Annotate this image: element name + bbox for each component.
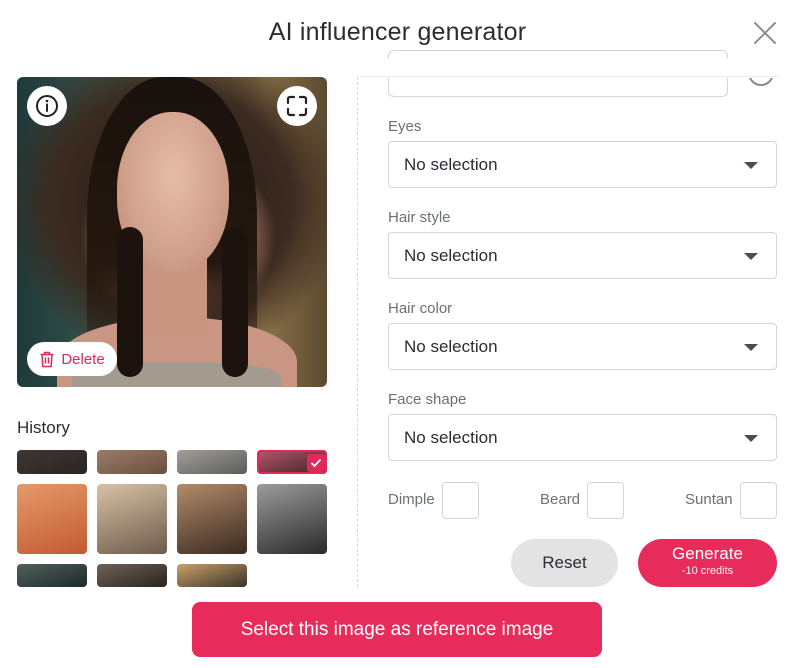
reset-label: Reset [542,553,587,572]
delete-button[interactable]: Delete [27,342,117,376]
trash-icon [40,351,54,367]
generate-label: Generate [672,544,743,563]
chevron-down-icon [744,162,758,169]
history-thumb-7[interactable] [177,484,247,554]
history-thumb-2[interactable] [97,450,167,474]
history-thumb-1[interactable] [17,450,87,474]
eyes-select[interactable]: No selection [388,141,777,188]
column-divider [357,77,358,587]
hair-style-select[interactable]: No selection [388,232,777,279]
history-thumb-9[interactable] [17,564,87,587]
suntan-checkbox[interactable] [740,482,777,519]
generated-image [17,77,327,387]
face-shape-label: Face shape [388,391,467,408]
info-icon [36,95,58,117]
history-thumb-5[interactable] [17,484,87,554]
history-thumb-11[interactable] [177,564,247,587]
history-thumb-8[interactable] [257,484,327,554]
hair-style-label: Hair style [388,209,451,226]
suntan-label: Suntan [685,491,733,508]
history-thumb-6[interactable] [97,484,167,554]
dimple-label: Dimple [388,491,435,508]
eyes-label: Eyes [388,118,422,135]
generate-button[interactable]: Generate -10 credits [638,539,777,587]
history-thumb-4[interactable] [257,450,327,474]
hair-style-value: No selection [404,246,498,265]
chevron-down-icon [744,435,758,442]
history-heading: History [17,418,70,437]
dimple-checkbox[interactable] [442,482,479,519]
close-button[interactable] [752,20,778,46]
face-shape-select[interactable]: No selection [388,414,777,461]
modal-title: AI influencer generator [268,18,527,46]
hair-color-value: No selection [404,337,498,356]
select-reference-button[interactable]: Select this image as reference image [192,602,602,657]
hair-color-label: Hair color [388,300,453,317]
chevron-down-icon [744,344,758,351]
image-info-button[interactable] [27,86,67,126]
reset-button[interactable]: Reset [511,539,618,587]
close-icon [754,22,776,44]
delete-label: Delete [61,350,105,368]
history-thumb-3[interactable] [177,450,247,474]
header-shadow [360,58,780,78]
fullscreen-button[interactable] [277,86,317,126]
selected-check-icon [307,454,325,472]
eyes-value: No selection [404,155,498,174]
chevron-down-icon [744,253,758,260]
history-thumb-10[interactable] [97,564,167,587]
generate-cost: -10 credits [681,565,734,577]
select-reference-label: Select this image as reference image [240,618,554,640]
beard-label: Beard [540,491,581,508]
beard-checkbox[interactable] [587,482,624,519]
hair-color-select[interactable]: No selection [388,323,777,370]
face-shape-value: No selection [404,428,498,447]
expand-icon [286,95,308,117]
